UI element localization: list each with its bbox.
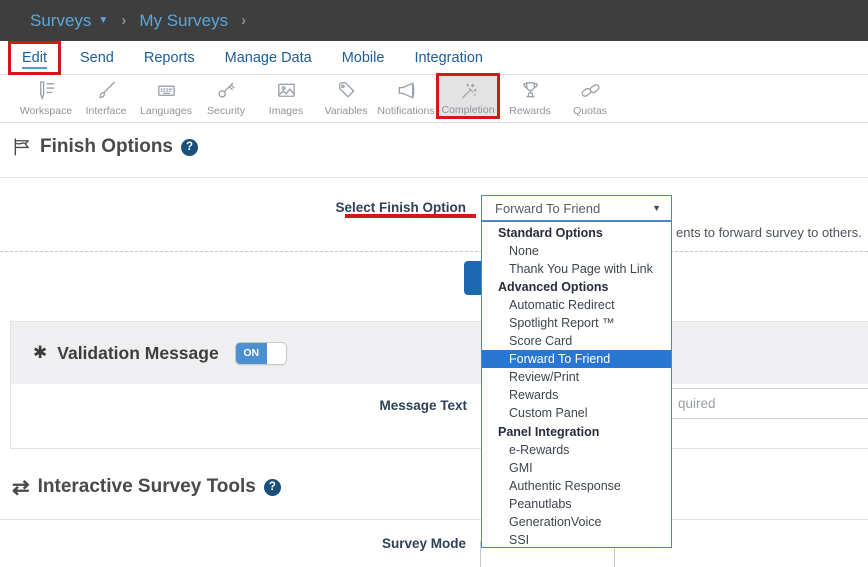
my-surveys-label: My Surveys bbox=[139, 11, 228, 31]
annotation-underline bbox=[345, 214, 476, 218]
dropdown-option-spotlight-report[interactable]: Spotlight Report ™ bbox=[482, 314, 671, 332]
survey-mode-label: Survey Mode bbox=[0, 536, 466, 551]
dropdown-group-panel-integration: Panel Integration bbox=[482, 423, 671, 441]
completion-page: Finish Options ? Select Finish Option Fo… bbox=[0, 123, 868, 566]
toolbar-item-security[interactable]: Security bbox=[196, 75, 256, 117]
validation-toggle[interactable]: ON bbox=[235, 342, 287, 365]
toggle-on-label: ON bbox=[236, 343, 267, 364]
toolbar-label: Notifications bbox=[377, 105, 434, 117]
interactive-tools-heading: ⇄ Interactive Survey Tools ? bbox=[12, 476, 281, 498]
tab-reports[interactable]: Reports bbox=[129, 50, 210, 66]
toolbar-label: Images bbox=[269, 105, 303, 117]
message-text-value-fragment: quired bbox=[678, 396, 716, 411]
tab-manage-data[interactable]: Manage Data bbox=[210, 50, 327, 66]
tab-integration[interactable]: Integration bbox=[399, 50, 498, 66]
dropdown-option-automatic-redirect[interactable]: Automatic Redirect bbox=[482, 296, 671, 314]
helper-text-fragment: ents to forward survey to others. bbox=[676, 225, 862, 240]
tag-icon bbox=[335, 79, 358, 102]
finish-options-heading: Finish Options ? bbox=[12, 136, 198, 158]
dropdown-option-authentic-response[interactable]: Authentic Response bbox=[482, 477, 671, 495]
help-icon[interactable]: ? bbox=[181, 139, 198, 156]
toolbar-item-images[interactable]: Images bbox=[256, 75, 316, 117]
dropdown-option-rewards[interactable]: Rewards bbox=[482, 386, 671, 404]
validation-message-card: ✱ Validation Message ON Message Text qui… bbox=[10, 321, 868, 449]
dropdown-option-review-print[interactable]: Review/Print bbox=[482, 368, 671, 386]
toolbar-item-interface[interactable]: Interface bbox=[76, 75, 136, 117]
toolbar-label: Quotas bbox=[573, 105, 607, 117]
chevron-down-icon: ▼ bbox=[98, 15, 108, 26]
surveys-menu[interactable]: Surveys ▼ bbox=[30, 11, 108, 31]
toolbar-label: Security bbox=[207, 105, 245, 117]
megaphone-icon bbox=[395, 79, 418, 102]
interactive-tools-title: Interactive Survey Tools bbox=[38, 476, 256, 498]
validation-card-header: ✱ Validation Message ON bbox=[11, 322, 868, 384]
toolbar-label: Interface bbox=[86, 105, 127, 117]
image-icon bbox=[275, 79, 298, 102]
my-surveys-link[interactable]: My Surveys bbox=[139, 11, 228, 31]
asterisk-icon: ✱ bbox=[33, 343, 47, 363]
toolbar-item-workspace[interactable]: Workspace bbox=[16, 75, 76, 117]
dropdown-option-ssi[interactable]: SSI bbox=[482, 531, 671, 549]
toolbar-label: Workspace bbox=[20, 105, 72, 117]
select-finish-option-label: Select Finish Option bbox=[0, 200, 466, 215]
menu-bar: Edit Send Reports Manage Data Mobile Int… bbox=[0, 41, 868, 75]
dropdown-option-thank-you-page[interactable]: Thank You Page with Link bbox=[482, 260, 671, 278]
keyboard-icon bbox=[155, 79, 178, 102]
breadcrumb-separator-icon: › bbox=[241, 12, 246, 29]
trophy-icon bbox=[519, 79, 542, 102]
finish-option-select[interactable]: Forward To Friend ▼ bbox=[481, 195, 672, 221]
dropdown-option-e-rewards[interactable]: e-Rewards bbox=[482, 441, 671, 459]
dropdown-option-generationvoice[interactable]: GenerationVoice bbox=[482, 513, 671, 531]
tab-edit[interactable]: Edit bbox=[22, 50, 47, 69]
brush-icon bbox=[95, 79, 118, 102]
section-divider bbox=[0, 177, 868, 178]
validation-message-title: Validation Message bbox=[57, 343, 218, 364]
toolbar-item-notifications[interactable]: Notifications bbox=[376, 75, 436, 117]
toolbar-item-rewards[interactable]: Rewards bbox=[500, 75, 560, 117]
help-icon[interactable]: ? bbox=[264, 479, 281, 496]
toolbar-label: Variables bbox=[325, 105, 368, 117]
dropdown-group-standard-options: Standard Options bbox=[482, 224, 671, 242]
key-icon bbox=[215, 79, 238, 102]
dropdown-option-forward-to-friend[interactable]: Forward To Friend bbox=[482, 350, 671, 368]
finish-flag-icon bbox=[12, 137, 32, 157]
annotation-box-edit: Edit bbox=[8, 41, 61, 75]
dropdown-option-peanutlabs[interactable]: Peanutlabs bbox=[482, 495, 671, 513]
toolbar-label: Completion bbox=[441, 104, 494, 116]
dropdown-option-score-card[interactable]: Score Card bbox=[482, 332, 671, 350]
finish-option-select-value: Forward To Friend bbox=[495, 201, 600, 216]
edit-toolbar: Workspace Interface Languages Security I… bbox=[0, 75, 868, 123]
dropdown-group-advanced-options: Advanced Options bbox=[482, 278, 671, 296]
finish-options-title: Finish Options bbox=[40, 136, 173, 158]
pencil-notes-icon bbox=[35, 79, 58, 102]
swap-arrows-icon: ⇄ bbox=[12, 477, 30, 498]
message-text-label: Message Text bbox=[11, 398, 467, 413]
dropdown-option-none[interactable]: None bbox=[482, 242, 671, 260]
toolbar-item-quotas[interactable]: Quotas bbox=[560, 75, 620, 117]
section-divider bbox=[0, 519, 868, 520]
top-navbar: Surveys ▼ › My Surveys › bbox=[0, 0, 868, 41]
finish-option-helper: ents to forward survey to others. ? bbox=[676, 224, 868, 241]
breadcrumb-separator-icon: › bbox=[121, 12, 126, 29]
dashed-divider bbox=[0, 251, 868, 252]
chain-link-icon bbox=[579, 79, 602, 102]
toolbar-label: Rewards bbox=[509, 105, 550, 117]
dropdown-option-custom-panel[interactable]: Custom Panel bbox=[482, 404, 671, 422]
tab-send[interactable]: Send bbox=[65, 50, 129, 66]
tab-mobile[interactable]: Mobile bbox=[327, 50, 400, 66]
surveys-label: Surveys bbox=[30, 11, 91, 31]
toolbar-label: Languages bbox=[140, 105, 192, 117]
toolbar-item-completion[interactable]: Completion bbox=[436, 73, 500, 119]
toolbar-item-languages[interactable]: Languages bbox=[136, 75, 196, 117]
select-caret-icon: ▼ bbox=[652, 203, 661, 213]
magic-wand-icon bbox=[457, 81, 480, 101]
toolbar-item-variables[interactable]: Variables bbox=[316, 75, 376, 117]
dropdown-option-gmi[interactable]: GMI bbox=[482, 459, 671, 477]
finish-option-dropdown-list: Standard Options None Thank You Page wit… bbox=[481, 221, 672, 548]
